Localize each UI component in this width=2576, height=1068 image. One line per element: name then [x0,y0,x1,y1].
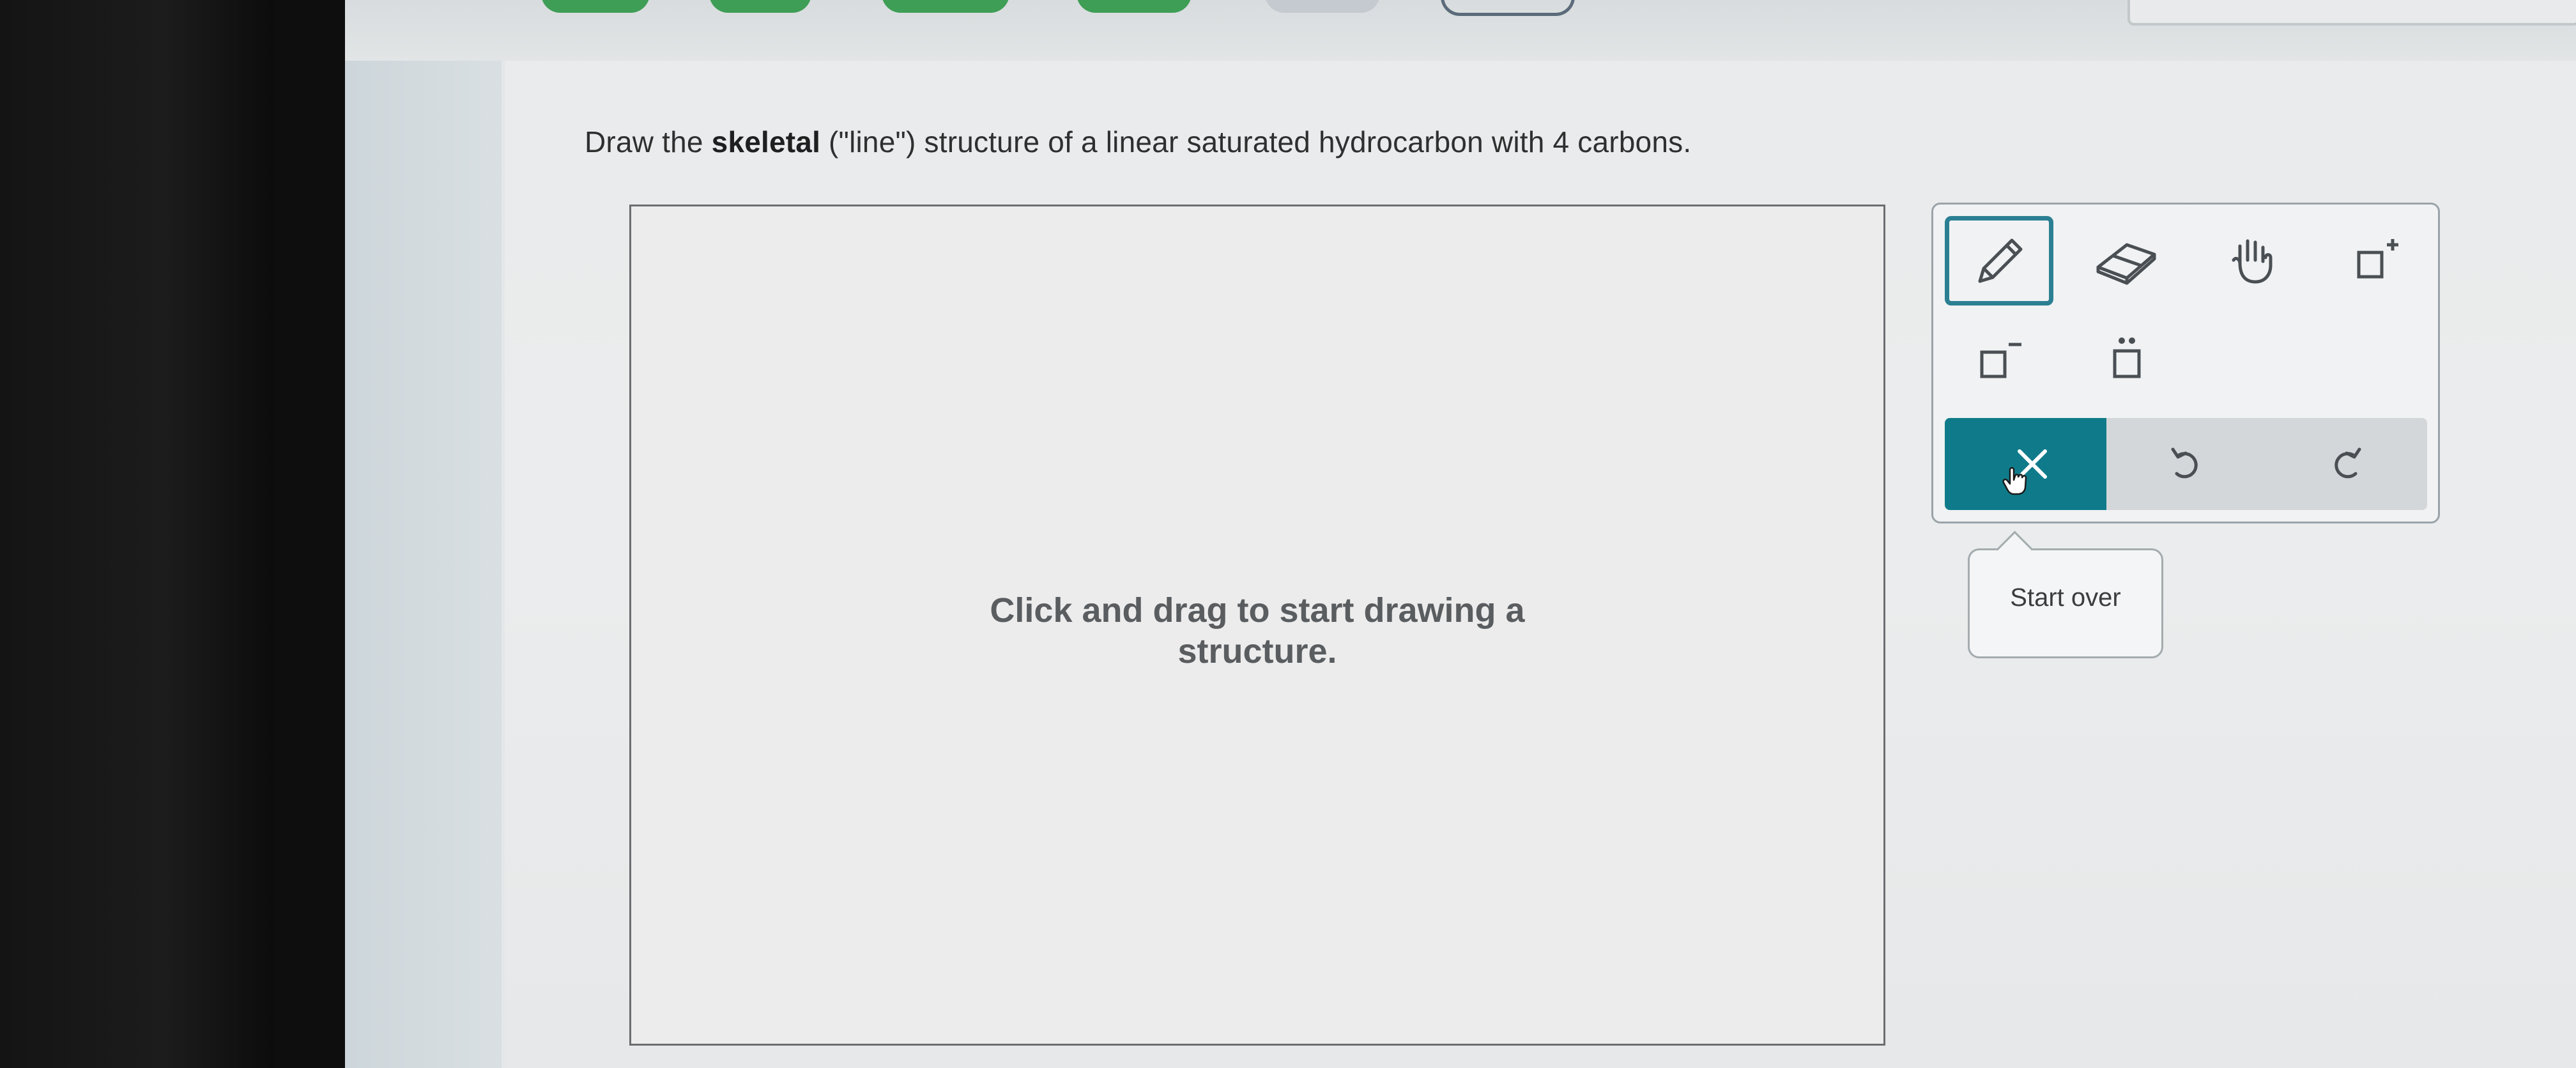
action-bar [1945,418,2427,510]
redo-button[interactable] [2266,418,2426,510]
eraser-tool-button[interactable] [2073,216,2181,306]
top-right-panel [2128,0,2576,26]
monitor-bezel [0,0,275,1068]
pencil-tool-button[interactable] [1945,216,2053,306]
left-strip [345,0,502,1068]
start-over-tooltip: Start over [1968,530,2163,658]
undo-button[interactable] [2106,418,2266,510]
add-charge-icon [2357,239,2398,279]
placeholder-line-2: structure. [1177,632,1337,670]
add-charge-button[interactable] [2322,216,2430,306]
question-prefix: Draw the [585,125,712,159]
tooltip-arrow [1996,530,2034,568]
clear-icon [2002,449,2047,495]
lone-pair-icon [2113,337,2141,378]
remove-charge-icon [1980,343,2021,378]
lone-pair-button[interactable] [2073,313,2181,403]
eraser-icon [2096,243,2156,285]
progress-step[interactable] [709,0,811,13]
progress-step[interactable] [1077,0,1192,13]
progress-step[interactable] [882,0,1009,13]
hand-tool-button[interactable] [2200,216,2309,306]
progress-step[interactable] [541,0,650,13]
redo-icon [2334,447,2361,479]
drawing-toolbar [1931,203,2440,523]
tooltip-text: Start over [2010,584,2121,612]
canvas-placeholder: Click and drag to start drawing a struct… [631,590,1883,672]
question-text: Draw the skeletal ("line") structure of … [585,125,1691,159]
question-content: Draw the skeletal ("line") structure of … [505,61,2576,1068]
hand-icon [2232,239,2273,284]
question-bold-term: skeletal [711,125,821,159]
undo-icon [2171,447,2198,479]
progress-step-current[interactable] [1441,0,1575,16]
screen: Draw the skeletal ("line") structure of … [345,0,2576,1068]
placeholder-line-1: Click and drag to start drawing a [990,591,1525,630]
clear-button[interactable] [1945,418,2106,510]
remove-charge-button[interactable] [1945,313,2053,403]
progress-step[interactable] [1265,0,1380,13]
top-bar [345,0,2576,61]
question-suffix: ("line") structure of a linear saturated… [820,125,1692,159]
drawing-canvas[interactable]: Click and drag to start drawing a struct… [629,205,1885,1046]
pencil-icon [1978,238,2023,283]
